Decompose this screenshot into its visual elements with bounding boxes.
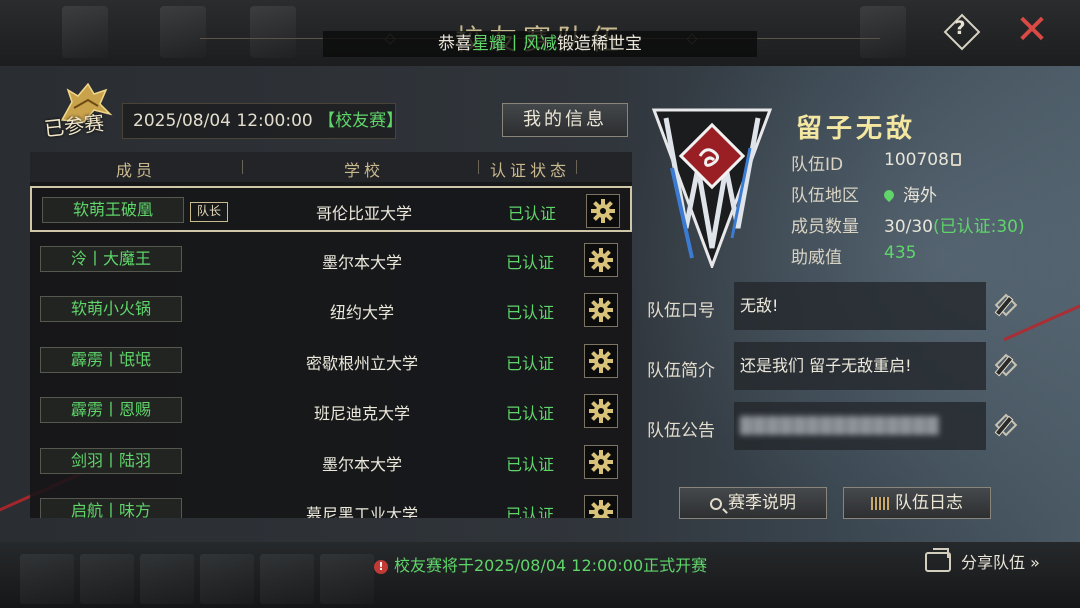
member-name[interactable]: 剑羽丨陆羽 xyxy=(40,447,182,474)
table-row[interactable]: 霹雳丨恩赐 班尼迪克大学 已认证 xyxy=(30,388,632,434)
team-region: 海外 xyxy=(903,186,937,206)
gear-icon[interactable] xyxy=(584,495,618,518)
team-banner-icon xyxy=(652,108,772,268)
team-id-label: 队伍ID xyxy=(791,155,844,175)
season-info-label: 赛季说明 xyxy=(728,493,796,513)
certification-status: 已认证 xyxy=(505,404,554,423)
slogan-label: 队伍口号 xyxy=(647,301,715,321)
team-id: 100708 xyxy=(884,150,949,170)
edit-intro-pencil-icon[interactable] xyxy=(994,353,1020,379)
member-school: 墨尔本大学 xyxy=(321,454,402,474)
start-notice-text: 校友赛将于2025/08/04 12:00:00正式开赛 xyxy=(394,556,708,575)
member-certified-count: (已认证:30) xyxy=(933,217,1025,237)
team-name: 留子无敌 xyxy=(796,114,917,144)
warning-icon: ! xyxy=(374,560,388,574)
marquee-player: 星耀丨风减 xyxy=(472,34,557,54)
event-date-box: 2025/08/04 12:00:00 【校友赛】 xyxy=(122,103,403,139)
start-notice: ! 校友赛将于2025/08/04 12:00:00正式开赛 xyxy=(374,552,707,576)
copy-icon[interactable] xyxy=(950,153,961,166)
column-header-school: 学校 xyxy=(344,161,385,180)
column-header-member: 成员 xyxy=(116,161,157,180)
member-school: 班尼迪克大学 xyxy=(313,404,410,423)
team-log-label: 队伍日志 xyxy=(895,493,963,513)
bg-slot xyxy=(140,554,194,604)
table-row[interactable]: 泠丨大魔王 墨尔本大学 已认证 xyxy=(30,237,632,283)
member-count-label: 成员数量 xyxy=(791,217,859,237)
gear-icon[interactable] xyxy=(586,194,620,228)
captain-tag: 队长 xyxy=(190,202,228,222)
table-row[interactable]: 霹雳丨氓氓 密歇根州立大学 已认证 xyxy=(30,338,632,384)
gear-icon[interactable] xyxy=(584,343,618,378)
participated-badge: 已参赛 xyxy=(36,80,120,142)
search-icon xyxy=(710,498,722,510)
edit-notice-pencil-icon[interactable] xyxy=(994,413,1020,439)
team-id-value: 100708 xyxy=(884,150,961,170)
support-value: 435 xyxy=(884,243,917,263)
table-header: 成员 学校 认证状态 xyxy=(30,152,632,182)
table-row[interactable]: 启航丨味方 慕尼黑工业大学 已认证 xyxy=(30,489,632,518)
table-row[interactable]: 软萌王破凰 队长 哥伦比亚大学 已认证 xyxy=(30,186,632,232)
gear-icon[interactable] xyxy=(584,242,618,277)
column-header-status: 认证状态 xyxy=(490,161,571,180)
member-school: 墨尔本大学 xyxy=(321,252,402,272)
my-info-button[interactable]: 我的信息 xyxy=(502,103,628,137)
gear-icon[interactable] xyxy=(584,444,618,479)
member-school: 密歇根州立大学 xyxy=(305,353,418,373)
bg-slot xyxy=(80,554,134,604)
intro-label: 队伍简介 xyxy=(647,361,715,381)
gear-icon[interactable] xyxy=(584,293,618,327)
season-info-button[interactable]: 赛季说明 xyxy=(679,487,827,519)
member-name[interactable]: 霹雳丨氓氓 xyxy=(40,346,182,373)
member-name[interactable]: 启航丨味方 xyxy=(40,498,182,518)
bg-slot xyxy=(20,554,74,604)
broadcast-marquee: 恭喜星耀丨风减锻造稀世宝 xyxy=(323,31,757,57)
support-label: 助威值 xyxy=(791,248,842,268)
log-book-icon xyxy=(871,497,889,510)
bg-slot xyxy=(260,554,314,604)
share-icon xyxy=(925,548,951,572)
certification-status: 已认证 xyxy=(505,303,554,322)
intro-field: 还是我们 留子无敌重启! xyxy=(734,342,986,390)
event-tag: 【校友赛】 xyxy=(318,111,404,131)
location-pin-icon xyxy=(881,187,897,203)
member-table: 成员 学校 认证状态 软萌王破凰 队长 哥伦比亚大学 已认证 泠丨大魔王 墨尔本大学 已认证… xyxy=(30,152,632,518)
table-row[interactable]: 软萌小火锅 纽约大学 已认证 xyxy=(30,287,632,333)
marquee-suffix: 锻造稀世宝 xyxy=(557,34,642,54)
team-log-button[interactable]: 队伍日志 xyxy=(843,487,991,519)
slogan-field: 无敌! xyxy=(734,282,986,330)
member-count: 30/30 xyxy=(884,217,933,237)
gear-icon[interactable] xyxy=(584,394,618,428)
bg-slot xyxy=(320,554,374,604)
notice-label: 队伍公告 xyxy=(647,421,715,441)
member-school: 纽约大学 xyxy=(329,303,394,322)
table-row[interactable]: 剑羽丨陆羽 墨尔本大学 已认证 xyxy=(30,439,632,485)
badge-text: 已参赛 xyxy=(43,110,106,142)
close-x-icon[interactable]: ✕ xyxy=(1012,10,1052,50)
certification-status: 已认证 xyxy=(505,505,554,518)
team-region-value: 海外 xyxy=(881,181,937,206)
member-name[interactable]: 软萌王破凰 xyxy=(42,197,184,223)
event-date: 2025/08/04 12:00:00 xyxy=(133,111,313,131)
member-school: 哥伦比亚大学 xyxy=(315,204,412,223)
certification-status: 已认证 xyxy=(505,353,554,373)
bg-slot xyxy=(200,554,254,604)
marquee-prefix: 恭喜 xyxy=(438,34,472,54)
edit-slogan-pencil-icon[interactable] xyxy=(994,293,1020,319)
share-team-button[interactable]: 分享队伍 » xyxy=(925,548,1040,578)
notice-field: ███████████████ xyxy=(734,402,986,450)
member-name[interactable]: 泠丨大魔王 xyxy=(40,245,182,272)
member-name[interactable]: 霹雳丨恩赐 xyxy=(40,397,182,423)
certification-status: 已认证 xyxy=(507,204,556,223)
member-school: 慕尼黑工业大学 xyxy=(305,505,418,518)
help-question-icon[interactable]: ? xyxy=(943,13,981,51)
certification-status: 已认证 xyxy=(505,252,554,272)
team-region-label: 队伍地区 xyxy=(791,186,859,206)
share-team-label: 分享队伍 » xyxy=(961,553,1040,572)
member-count-value: 30/30(已认证:30) xyxy=(884,212,1025,237)
certification-status: 已认证 xyxy=(505,454,554,474)
member-name[interactable]: 软萌小火锅 xyxy=(40,296,182,322)
notice-text: ███████████████ xyxy=(740,416,940,435)
